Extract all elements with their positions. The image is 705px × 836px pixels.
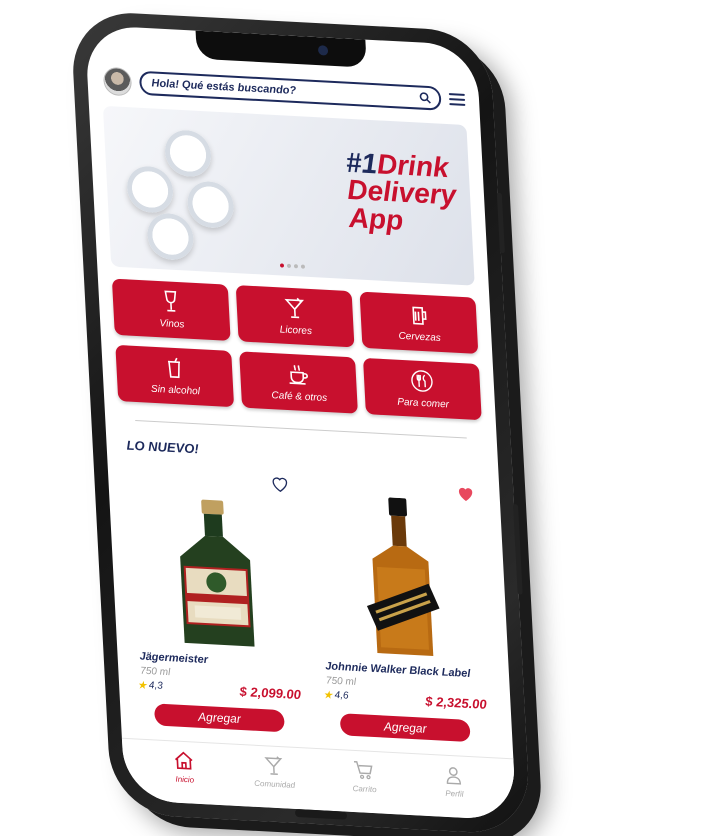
carousel-dot[interactable] — [300, 264, 306, 269]
user-icon — [446, 767, 462, 785]
app-screen: #1Drink Delivery App Vinos Licores — [84, 24, 517, 821]
jagermeister-bottle-image — [180, 499, 255, 647]
phone-frame: #1Drink Delivery App Vinos Licores — [70, 10, 532, 836]
tab-label: Perfil — [445, 788, 464, 799]
tab-perfil[interactable]: Perfil — [423, 763, 486, 819]
star-icon: ★ — [322, 689, 333, 702]
johnnie-walker-bottle-image — [366, 497, 440, 657]
category-para-comer[interactable]: Para comer — [362, 357, 482, 421]
product-image — [304, 493, 498, 663]
tab-label: Comunidad — [254, 778, 296, 790]
product-price: $ 2,099.00 — [239, 683, 302, 703]
category-grid: Vinos Licores Cervezas Sin alcohol Café … — [111, 278, 482, 421]
carousel-dot[interactable] — [279, 263, 285, 268]
app-header — [102, 66, 466, 115]
beer-icon — [412, 306, 427, 325]
product-card[interactable]: Jägermeister 750 ml ★ 4,3 $ 2,099.00 Agre… — [118, 463, 317, 733]
side-button — [496, 192, 505, 254]
category-label: Cervezas — [398, 330, 442, 344]
product-size: 750 ml — [325, 675, 357, 688]
carousel-dot[interactable] — [286, 263, 292, 268]
add-to-cart-button[interactable]: Agregar — [153, 703, 285, 733]
glass-image — [163, 129, 213, 178]
category-label: Vinos — [159, 318, 185, 331]
promo-banner[interactable]: #1Drink Delivery App — [102, 105, 475, 286]
add-to-cart-button[interactable]: Agregar — [339, 713, 471, 743]
home-icon — [174, 751, 193, 770]
phone-notch — [195, 30, 367, 68]
cocktail-icon — [264, 756, 283, 775]
product-rating: ★ 4,3 — [137, 678, 163, 692]
hamburger-menu-icon[interactable] — [448, 90, 466, 109]
search-bar[interactable] — [138, 70, 442, 111]
camera-icon — [317, 45, 329, 56]
tab-label: Inicio — [175, 774, 195, 785]
category-vinos[interactable]: Vinos — [111, 278, 231, 341]
divider — [135, 419, 467, 439]
category-label: Licores — [279, 324, 313, 338]
tab-inicio[interactable]: Inicio — [153, 748, 216, 804]
search-icon[interactable] — [419, 91, 432, 104]
glass-image — [146, 212, 195, 261]
tab-label: Carrito — [352, 783, 377, 795]
wine-glass-icon — [164, 290, 177, 312]
category-label: Café & otros — [271, 390, 328, 405]
carousel-dots[interactable] — [279, 263, 306, 269]
phone-mockup: #1Drink Delivery App Vinos Licores — [70, 10, 532, 836]
carousel-dot[interactable] — [293, 264, 299, 269]
category-cervezas[interactable]: Cervezas — [359, 291, 479, 354]
avatar[interactable] — [102, 66, 133, 97]
glass-image — [125, 165, 175, 214]
tab-carrito[interactable]: Carrito — [333, 758, 396, 814]
cart-icon — [353, 760, 373, 780]
soda-cup-icon — [167, 357, 181, 379]
product-image — [119, 483, 313, 653]
category-label: Para comer — [397, 396, 450, 411]
category-label: Sin alcohol — [150, 383, 201, 398]
tab-comunidad[interactable]: Comunidad — [243, 753, 306, 809]
banner-headline: #1Drink Delivery App — [345, 147, 458, 237]
category-sin-alcohol[interactable]: Sin alcohol — [115, 344, 235, 408]
search-input[interactable] — [149, 76, 420, 105]
product-card[interactable]: Johnnie Walker Black Label 750 ml ★ 4,6 $… — [303, 473, 502, 743]
coffee-cup-icon — [289, 364, 308, 385]
product-list: Jägermeister 750 ml ★ 4,3 $ 2,099.00 Agre… — [118, 463, 503, 743]
bottom-tab-bar: Inicio Comunidad Carrito Perfil — [121, 737, 517, 821]
glass-image — [186, 180, 235, 229]
product-price: $ 2,325.00 — [424, 693, 488, 712]
cocktail-icon — [284, 297, 304, 319]
category-cafe-otros[interactable]: Café & otros — [239, 351, 358, 414]
product-name: Jägermeister — [139, 650, 209, 667]
star-icon: ★ — [136, 679, 148, 692]
side-button — [513, 503, 523, 595]
phone-speaker — [294, 808, 348, 820]
section-title: LO NUEVO! — [126, 437, 200, 457]
cutlery-icon — [411, 370, 433, 392]
rating-value: 4,6 — [334, 689, 349, 702]
rating-value: 4,3 — [148, 680, 164, 692]
category-licores[interactable]: Licores — [235, 285, 355, 348]
product-size: 750 ml — [140, 665, 171, 679]
product-rating: ★ 4,6 — [322, 688, 349, 702]
